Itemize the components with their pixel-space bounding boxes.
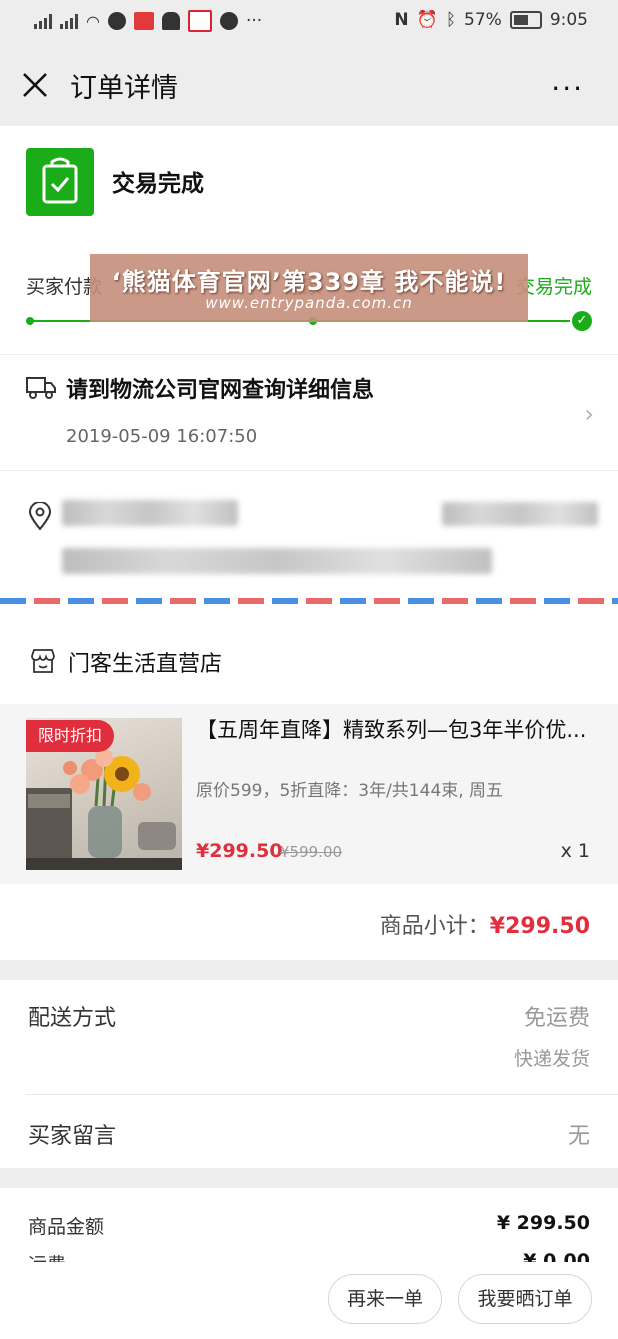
- app-icon: [187, 10, 212, 32]
- location-pin-icon: [28, 502, 52, 530]
- order-status-text: 交易完成: [112, 171, 204, 197]
- clock-time: 9:05: [549, 10, 588, 30]
- store-icon: [31, 649, 55, 673]
- recipient-phone-blurred: [442, 502, 598, 526]
- amount-label: 商品金额: [28, 1216, 105, 1238]
- product-price: ¥299.50: [196, 840, 283, 862]
- wifi-icon: ◠: [86, 11, 100, 31]
- watermark-banner: ‘熊猫体育官网’第339章 我不能说! www.entrypanda.com.c…: [90, 254, 528, 322]
- recipient-name-blurred: [62, 500, 238, 526]
- status-bar: ◠ ··· N ⏰ ᛒ 57% 9:05: [0, 0, 618, 44]
- logistics-title: 请到物流公司官网查询详细信息: [66, 378, 375, 403]
- amount-value: ¥ 299.50: [496, 1212, 590, 1234]
- bluetooth-icon: ᛒ: [445, 10, 457, 30]
- subtotal-value: ¥299.50: [489, 914, 590, 939]
- message-value: 无: [567, 1124, 590, 1149]
- app-icon: [107, 12, 126, 30]
- nfc-icon: N: [394, 10, 409, 30]
- nav-bar: 订单详情 ···: [0, 44, 618, 126]
- battery-percent: 57%: [464, 10, 502, 30]
- alarm-icon: ⏰: [416, 10, 438, 30]
- logistics-time: 2019-05-09 16:07:50: [66, 426, 258, 447]
- discount-tag: 限时折扣: [26, 720, 115, 752]
- more-options-button[interactable]: ···: [551, 72, 584, 105]
- close-icon[interactable]: [20, 70, 50, 100]
- product-title[interactable]: 【五周年直降】精致系列—包3年半价优...: [196, 716, 596, 745]
- share-order-button[interactable]: 我要晒订单: [458, 1274, 592, 1324]
- subtotal: 商品小计：¥299.50: [380, 908, 590, 940]
- banner-url: www.entrypanda.com.cn: [205, 294, 413, 312]
- status-bar-left: ◠ ···: [34, 10, 262, 32]
- delivery-value: 免运费: [523, 1006, 590, 1031]
- divider: [26, 1094, 618, 1095]
- banner-title: ‘熊猫体育官网’第339章 我不能说!: [111, 268, 507, 296]
- address-blurred: [62, 548, 492, 574]
- delivery-sub: 快递发货: [513, 1048, 590, 1070]
- chevron-right-icon[interactable]: ›: [584, 400, 594, 428]
- check-circle-icon: ✓: [572, 311, 592, 331]
- reorder-button[interactable]: 再来一单: [328, 1274, 442, 1324]
- completed-bag-icon: [26, 148, 94, 216]
- app-icon: [219, 12, 238, 30]
- store-name[interactable]: 门客生活直营店: [68, 646, 222, 678]
- product-quantity: x 1: [560, 840, 590, 862]
- truck-icon: [26, 377, 56, 399]
- signal-icon: [60, 13, 78, 29]
- app-icon: [133, 12, 154, 30]
- page-title: 订单详情: [70, 73, 178, 104]
- status-bar-right: N ⏰ ᛒ 57% 9:05: [394, 10, 588, 30]
- product-spec: 原价599，5折直降：3年/共144束, 周五: [196, 781, 504, 801]
- progress-dot: [26, 317, 34, 325]
- envelope-stripe: [0, 598, 618, 604]
- battery-icon: [509, 11, 542, 29]
- product-original-price: ¥599.00: [280, 843, 343, 861]
- subtotal-label: 商品小计：: [379, 914, 490, 939]
- message-label: 买家留言: [28, 1124, 117, 1149]
- signal-icon: [34, 13, 52, 29]
- delivery-label: 配送方式: [28, 1006, 117, 1031]
- bell-icon: [161, 12, 180, 30]
- more-notifications-icon: ···: [245, 11, 263, 31]
